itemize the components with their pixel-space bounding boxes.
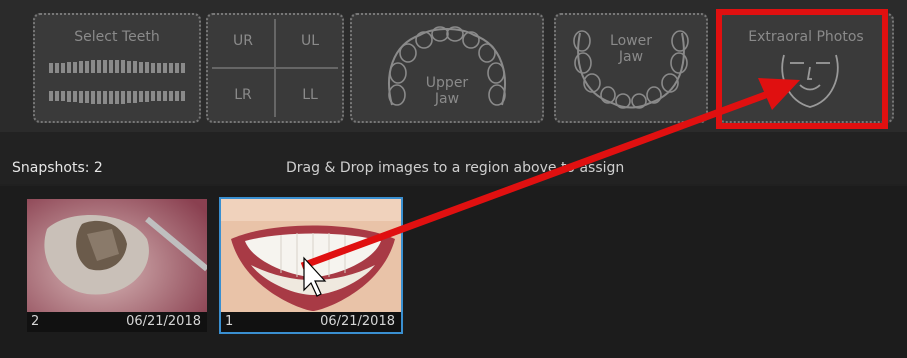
status-bar <box>0 132 907 184</box>
quadrant-ur-button[interactable]: UR <box>208 15 278 67</box>
snapshot-number: 2 <box>31 314 40 329</box>
snapshot-number: 1 <box>225 314 234 329</box>
snapshot-count: Snapshots: 2 <box>12 160 103 176</box>
highlight-box <box>716 9 888 129</box>
upper-jaw-label: Upper Jaw <box>425 75 469 107</box>
thumbnail-caption: 1 06/21/2018 <box>221 312 401 332</box>
snapshot-thumbnail[interactable]: 2 06/21/2018 <box>25 197 209 334</box>
lower-jaw-icon <box>573 30 689 109</box>
drag-drop-hint: Drag & Drop images to a region above to … <box>286 160 625 176</box>
lower-jaw-label: Lower Jaw <box>610 33 652 65</box>
snapshot-date: 06/21/2018 <box>126 314 201 329</box>
region-toolbar: Select Teeth UR UL LR LL Upper Jaw Lower… <box>0 0 907 132</box>
snapshot-date: 06/21/2018 <box>320 314 395 329</box>
select-teeth-region[interactable]: Select Teeth <box>33 13 201 123</box>
upper-jaw-region[interactable]: Upper Jaw <box>350 13 544 123</box>
lower-jaw-region[interactable]: Lower Jaw <box>554 13 708 123</box>
teeth-chart-icon <box>49 60 185 104</box>
quadrant-ul-button[interactable]: UL <box>275 15 345 67</box>
thumbnail-caption: 2 06/21/2018 <box>27 312 207 332</box>
quadrant-lr-button[interactable]: LR <box>208 69 278 121</box>
quadrant-region: UR UL LR LL <box>206 13 344 123</box>
select-teeth-label: Select Teeth <box>74 29 160 45</box>
quadrant-ll-button[interactable]: LL <box>275 69 345 121</box>
snapshot-thumbnail-selected[interactable]: 1 06/21/2018 <box>219 197 403 334</box>
